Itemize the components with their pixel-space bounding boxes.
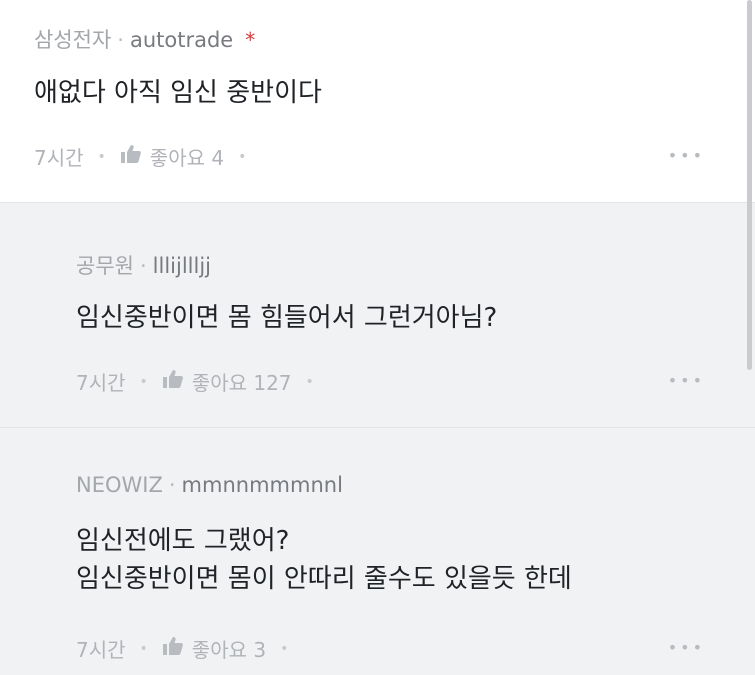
comment-footer: 7시간 • 좋아요 4 • [34, 142, 260, 171]
meta-separator: · [139, 254, 147, 278]
gallery-name[interactable]: 공무원 [76, 254, 134, 278]
comment-text: 애없다 아직 임신 중반이다 [34, 74, 322, 112]
reply-lllijllljj: 공무원 · lllijllljj 임신중반이면 몸 힘들어서 그런거아님? 7시간 … [0, 203, 755, 427]
scrollbar[interactable] [747, 0, 752, 370]
like-count[interactable]: 좋아요 4 [150, 142, 224, 171]
footer-dot: • [139, 640, 148, 657]
comment-time: 7시간 [76, 638, 126, 662]
comment-text: 임신전에도 그랬어? 임신중반이면 몸이 안따리 줄수도 있을듯 한데 [76, 522, 572, 598]
thumbs-up-icon[interactable] [120, 144, 142, 169]
author-star-mark: * [245, 28, 256, 52]
comment-meta: 삼성전자 · autotrade * [34, 24, 255, 54]
like-count[interactable]: 좋아요 3 [192, 634, 266, 663]
comment-time: 7시간 [34, 146, 84, 170]
username[interactable]: lllijllljj [153, 254, 211, 278]
thumbs-up-icon[interactable] [162, 636, 184, 661]
footer-dot: • [305, 373, 314, 390]
comment-text: 임신중반이면 몸 힘들어서 그런거아님? [76, 299, 497, 337]
like-count[interactable]: 좋아요 127 [192, 367, 292, 396]
more-dots-icon[interactable]: ••• [668, 146, 705, 165]
footer-dot: • [97, 148, 106, 165]
reply-mmnnmmmnnl: NEOWIZ · mmnnmmmnnl 임신전에도 그랬어? 임신중반이면 몸이 안… [0, 427, 755, 675]
more-dots-icon[interactable]: ••• [668, 638, 705, 657]
gallery-name[interactable]: 삼성전자 [34, 28, 111, 52]
footer-dot: • [238, 148, 247, 165]
comment-autotrade: 삼성전자 · autotrade * 애없다 아직 임신 중반이다 7시간 • 좋아요… [0, 0, 755, 203]
comment-line: 임신중반이면 몸이 안따리 줄수도 있을듯 한데 [76, 564, 572, 594]
username[interactable]: autotrade [130, 28, 233, 52]
comment-line: 임신전에도 그랬어? [76, 526, 290, 556]
meta-separator: · [117, 28, 124, 52]
more-dots-icon[interactable]: ••• [668, 371, 705, 390]
gallery-name[interactable]: NEOWIZ [76, 473, 163, 497]
thumbs-up-icon[interactable] [162, 369, 184, 394]
footer-dot: • [280, 640, 289, 657]
comment-time: 7시간 [76, 371, 126, 395]
comment-meta: NEOWIZ · mmnnmmmnnl [76, 473, 343, 497]
comment-footer: 7시간 • 좋아요 3 • [76, 634, 302, 663]
comment-line: 임신중반이면 몸 힘들어서 그런거아님? [76, 303, 498, 333]
comment-meta: 공무원 · lllijllljj [76, 250, 211, 280]
meta-separator: · [168, 473, 176, 497]
comment-line: 애없다 아직 임신 중반이다 [34, 78, 322, 108]
footer-dot: • [139, 373, 148, 390]
comment-footer: 7시간 • 좋아요 127 • [76, 367, 328, 396]
username[interactable]: mmnnmmmnnl [182, 473, 343, 497]
